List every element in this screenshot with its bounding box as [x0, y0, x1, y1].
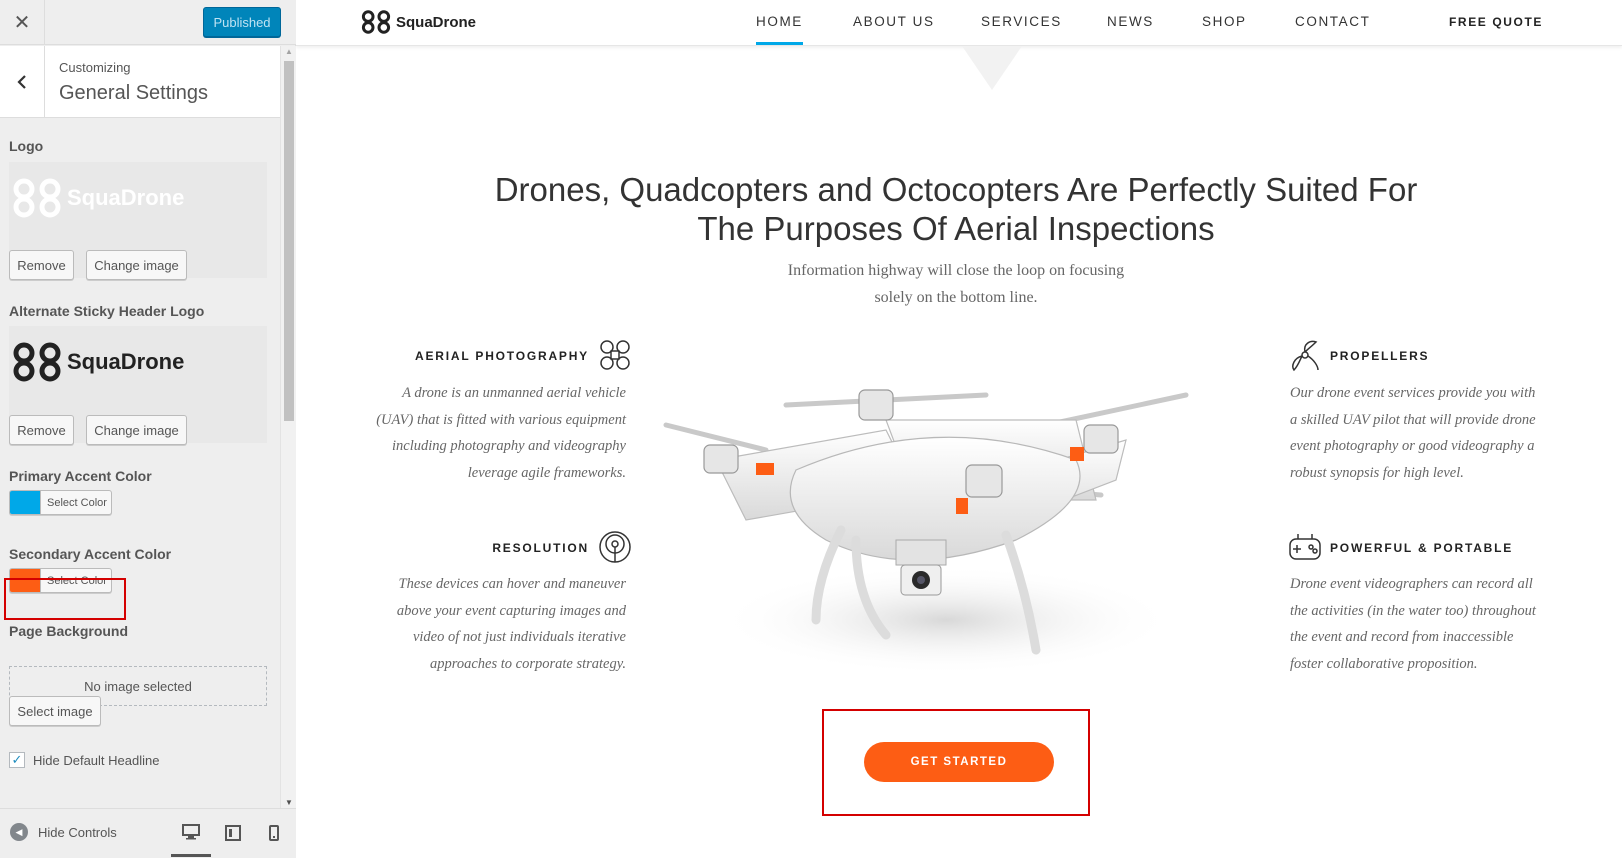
signal-icon — [599, 531, 631, 563]
feature-line: foster collaborative proposition. — [1290, 655, 1478, 672]
feature-text-propellers: Our drone event services provide you wit… — [1290, 380, 1590, 486]
sticky-logo-change-button[interactable]: Change image — [86, 415, 187, 445]
hide-headline-label: Hide Default Headline — [33, 752, 160, 768]
feature-line: approaches to corporate strategy. — [430, 655, 626, 672]
customizer-header: ✕ Published — [0, 0, 296, 45]
header-pointer — [962, 46, 1022, 90]
drone-logo-icon — [13, 342, 61, 382]
site-header: SquaDrone HOME ABOUT US SERVICES NEWS SH… — [296, 0, 1622, 46]
feature-title-propellers: PROPELLERS — [1330, 349, 1430, 363]
breadcrumb: Customizing — [59, 60, 131, 75]
hero-subtitle: Information highway will close the loop … — [716, 257, 1196, 311]
propeller-icon — [1292, 340, 1319, 372]
back-button[interactable] — [0, 46, 45, 118]
primary-accent-swatch — [10, 491, 41, 514]
hide-controls-label: Hide Controls — [38, 824, 117, 840]
hide-controls-button[interactable]: ◀ Hide Controls — [10, 823, 117, 841]
customizer-footer: ◀ Hide Controls — [0, 808, 296, 858]
primary-accent-label: Primary Accent Color — [9, 468, 152, 484]
collapse-icon: ◀ — [10, 823, 28, 841]
nav-services[interactable]: SERVICES — [981, 14, 1062, 29]
drone-logo-icon — [13, 178, 61, 218]
sidebar-scrollbar[interactable]: ▲ ▼ — [280, 46, 296, 808]
section-header: Customizing General Settings — [0, 46, 280, 118]
close-icon: ✕ — [13, 12, 31, 34]
sticky-logo-remove-button[interactable]: Remove — [9, 415, 74, 445]
subtitle-line: Information highway will close the loop … — [787, 262, 1125, 279]
feature-line: event photography or good videography a — [1290, 438, 1535, 454]
logo-change-button[interactable]: Change image — [86, 250, 187, 280]
headline-line: Drones, Quadcopters and Octocopters Are … — [494, 171, 1418, 208]
scroll-down-icon[interactable]: ▼ — [285, 798, 293, 807]
sticky-logo-image: SquaDrone — [11, 342, 184, 382]
feature-line: robust synopsis for high level. — [1290, 464, 1464, 481]
hero-headline: Drones, Quadcopters and Octocopters Are … — [396, 170, 1516, 248]
chevron-left-icon — [17, 75, 26, 89]
feature-line: These devices can hover and maneuver — [398, 576, 627, 592]
logo-text: SquaDrone — [67, 349, 185, 374]
nav-shop[interactable]: SHOP — [1202, 14, 1247, 29]
section-title: General Settings — [59, 82, 208, 104]
hide-headline-option[interactable]: ✓ Hide Default Headline — [9, 752, 159, 768]
secondary-accent-label: Secondary Accent Color — [9, 546, 172, 562]
mobile-icon — [269, 825, 279, 841]
device-mobile-button[interactable] — [254, 809, 294, 857]
select-image-button[interactable]: Select image — [9, 696, 101, 726]
device-tablet-button[interactable] — [213, 809, 253, 857]
feature-line: video of not just individuals iterative — [412, 629, 626, 645]
feature-line: above your event capturing images and — [396, 602, 626, 619]
logo-remove-button[interactable]: Remove — [9, 250, 74, 280]
checkbox[interactable]: ✓ — [9, 752, 25, 768]
feature-line: a skilled UAV pilot that will provide dr… — [1290, 411, 1536, 428]
feature-line: leverage agile frameworks. — [467, 464, 626, 481]
feature-line: Drone event videographers can record all — [1290, 576, 1533, 592]
site-logo[interactable]: SquaDrone — [360, 10, 476, 34]
nav-contact[interactable]: CONTACT — [1295, 14, 1370, 29]
site-preview: SquaDrone HOME ABOUT US SERVICES NEWS SH… — [296, 0, 1622, 858]
logo-text: SquaDrone — [67, 185, 185, 210]
page-background-label: Page Background — [9, 623, 129, 639]
drone-icon — [600, 340, 630, 370]
free-quote-button[interactable]: FREE QUOTE — [1449, 15, 1543, 29]
headline-line: The Purposes Of Aerial Inspections — [697, 210, 1215, 247]
close-customizer-button[interactable]: ✕ — [0, 0, 45, 45]
logo-image: SquaDrone — [11, 178, 184, 218]
feature-line: (UAV) that is fitted with various equipm… — [376, 411, 626, 428]
logo-label: Logo — [9, 138, 44, 154]
logo-preview: SquaDrone Remove Change image — [9, 162, 267, 280]
brand-name: SquaDrone — [396, 13, 477, 31]
gamepad-icon — [1289, 534, 1321, 560]
primary-accent-picker[interactable]: Select Color — [9, 490, 112, 515]
feature-text-resolution: These devices can hover and maneuver abo… — [336, 571, 626, 677]
customizer-sidebar: ✕ Published Customizing General Settings… — [0, 0, 296, 858]
drone-image — [663, 389, 1189, 675]
feature-line: including photography and videography — [392, 438, 626, 454]
drone-logo-icon — [361, 10, 391, 34]
tablet-icon — [225, 825, 241, 841]
desktop-icon — [182, 823, 200, 839]
subtitle-line: solely on the bottom line. — [874, 289, 1038, 306]
feature-text-portable: Drone event videographers can record all… — [1290, 571, 1590, 677]
feature-title-portable: POWERFUL & PORTABLE — [1330, 541, 1514, 555]
feature-title-resolution: RESOLUTION — [492, 541, 589, 555]
nav-home[interactable]: HOME — [756, 14, 803, 45]
sticky-logo-preview: SquaDrone Remove Change image — [9, 326, 267, 445]
feature-line: Our drone event services provide you wit… — [1290, 385, 1536, 401]
secondary-accent-highlight — [4, 578, 126, 620]
feature-line: the activities (in the water too) throug… — [1290, 602, 1536, 619]
nav-news[interactable]: NEWS — [1107, 14, 1154, 29]
feature-line: the event and record from inaccessible — [1290, 629, 1514, 645]
get-started-button[interactable]: GET STARTED — [864, 742, 1054, 782]
scroll-up-icon[interactable]: ▲ — [285, 47, 293, 56]
feature-line: A drone is an unmanned aerial vehicle — [402, 385, 626, 401]
publish-button[interactable]: Published — [203, 7, 281, 37]
feature-text-aerial: A drone is an unmanned aerial vehicle (U… — [336, 380, 626, 486]
nav-about-us[interactable]: ABOUT US — [853, 14, 935, 29]
scrollbar-thumb[interactable] — [284, 61, 294, 421]
controls-panel: Logo SquaDrone Remove Change image Alter… — [0, 118, 280, 808]
device-desktop-button[interactable] — [171, 809, 211, 857]
select-color-label: Select Color — [47, 496, 107, 509]
sticky-logo-label: Alternate Sticky Header Logo — [9, 303, 205, 319]
feature-title-aerial: AERIAL PHOTOGRAPHY — [415, 349, 589, 363]
